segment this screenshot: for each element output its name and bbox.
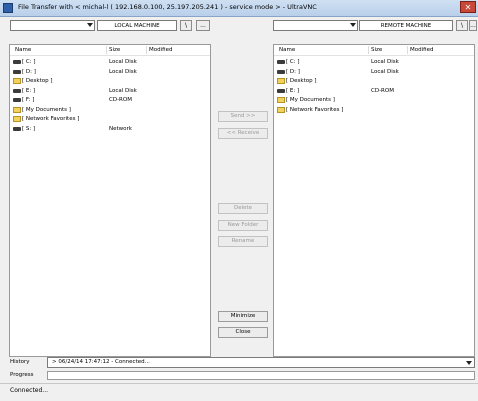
minimize-button[interactable]: Minimize — [218, 311, 268, 322]
local-drive-select[interactable] — [10, 20, 95, 31]
item-name: [ My Documents ] — [22, 106, 71, 113]
item-name: [ Desktop ] — [286, 78, 317, 84]
column-name-header[interactable]: Name — [15, 47, 31, 53]
local-list-header: Name Size Modified — [10, 45, 210, 56]
item-name: [ My Documents ] — [286, 97, 335, 103]
history-value: > 06/24/14 17:47:12 - Connected... — [52, 359, 150, 365]
remote-file-list[interactable]: Name Size Modified [ C: ] Local Disk[ D: … — [273, 44, 475, 357]
progress-bar — [47, 371, 475, 380]
delete-button[interactable]: Delete — [218, 203, 268, 214]
folder-icon — [277, 78, 285, 84]
item-name: [ D: ] — [286, 68, 300, 75]
drive-icon — [277, 88, 285, 93]
item-size: CD-ROM — [109, 97, 132, 103]
list-item[interactable]: [ C: ] Local Disk — [10, 58, 210, 67]
item-size: Local Disk — [371, 59, 399, 65]
item-size: Local Disk — [109, 87, 137, 94]
drive-icon — [13, 69, 21, 74]
window-close-button[interactable]: ✕ — [460, 1, 476, 13]
list-item[interactable]: [ Desktop ] — [10, 77, 210, 86]
item-name: [ Desktop ] — [22, 78, 53, 84]
item-size: Local Disk — [109, 68, 137, 75]
list-item[interactable]: [ S: ] Network — [10, 125, 210, 134]
folder-icon — [277, 106, 285, 113]
column-name-header[interactable]: Name — [279, 47, 295, 53]
list-item[interactable]: [ Desktop ] — [274, 77, 474, 86]
item-name: [ E: ] — [22, 87, 36, 94]
remote-more-button[interactable]: ... — [469, 20, 477, 31]
column-modified-header[interactable]: Modified — [149, 47, 172, 53]
local-file-list[interactable]: Name Size Modified [ C: ] Local Disk[ D: … — [9, 44, 211, 357]
list-item[interactable]: [ Network Favorites ] — [10, 115, 210, 124]
item-name: [ S: ] — [22, 125, 36, 132]
list-item[interactable]: [ My Documents ] — [274, 96, 474, 105]
folder-icon — [277, 97, 285, 103]
drive-icon — [13, 98, 21, 102]
item-name: [ D: ] — [22, 68, 36, 75]
item-size: Local Disk — [371, 68, 399, 75]
new-folder-button[interactable]: New Folder — [218, 220, 268, 231]
drive-icon — [277, 60, 285, 64]
list-item[interactable]: [ F: ] CD-ROM — [10, 96, 210, 105]
column-modified-header[interactable]: Modified — [410, 47, 433, 53]
history-label: History — [10, 359, 30, 365]
status-text: Connected... — [10, 387, 49, 394]
remote-up-folder-button[interactable]: \ — [456, 20, 468, 31]
folder-icon — [13, 78, 21, 84]
remote-drive-select[interactable] — [273, 20, 358, 31]
item-size: Network — [109, 125, 132, 132]
local-machine-label: LOCAL MACHINE — [97, 20, 177, 31]
list-item[interactable]: [ D: ] Local Disk — [10, 68, 210, 77]
remote-machine-label: REMOTE MACHINE — [359, 20, 453, 31]
status-bar: Connected... — [0, 383, 478, 401]
local-up-folder-button[interactable]: \ — [180, 20, 192, 31]
item-size: Local Disk — [109, 59, 137, 65]
item-name: [ Network Favorites ] — [22, 116, 80, 122]
title-bar: File Transfer with < michal-l ( 192.168.… — [0, 0, 478, 17]
list-item[interactable]: [ C: ] Local Disk — [274, 58, 474, 67]
close-button[interactable]: Close — [218, 327, 268, 338]
receive-button[interactable]: << Receive — [218, 128, 268, 139]
chevron-down-icon — [87, 23, 93, 27]
chevron-down-icon — [466, 361, 472, 365]
drive-icon — [13, 126, 21, 131]
folder-icon — [13, 106, 21, 113]
history-select[interactable]: > 06/24/14 17:47:12 - Connected... — [47, 357, 475, 368]
local-more-button[interactable]: ... — [196, 20, 210, 31]
progress-label: Progress — [10, 372, 34, 378]
rename-button[interactable]: Rename — [218, 236, 268, 247]
send-button[interactable]: Send >> — [218, 111, 268, 122]
item-name: [ E: ] — [286, 87, 300, 94]
item-name: [ F: ] — [22, 97, 35, 103]
drive-icon — [13, 60, 21, 64]
item-name: [ C: ] — [286, 59, 300, 65]
column-size-header[interactable]: Size — [109, 47, 120, 53]
list-item[interactable]: [ Network Favorites ] — [274, 106, 474, 115]
remote-list-header: Name Size Modified — [274, 45, 474, 56]
list-item[interactable]: [ E: ] Local Disk — [10, 87, 210, 96]
folder-icon — [13, 116, 21, 122]
ultravnc-app-icon — [3, 3, 13, 13]
chevron-down-icon — [350, 23, 356, 27]
item-size: CD-ROM — [371, 87, 394, 94]
drive-icon — [13, 88, 21, 93]
list-item[interactable]: [ My Documents ] — [10, 106, 210, 115]
list-item[interactable]: [ D: ] Local Disk — [274, 68, 474, 77]
window-title: File Transfer with < michal-l ( 192.168.… — [18, 3, 317, 11]
item-name: [ Network Favorites ] — [286, 106, 344, 113]
list-item[interactable]: [ E: ] CD-ROM — [274, 87, 474, 96]
item-name: [ C: ] — [22, 59, 36, 65]
file-transfer-client-area: LOCAL MACHINE \ ... REMOTE MACHINE \ ...… — [0, 17, 478, 401]
column-size-header[interactable]: Size — [371, 47, 382, 53]
drive-icon — [277, 69, 285, 74]
